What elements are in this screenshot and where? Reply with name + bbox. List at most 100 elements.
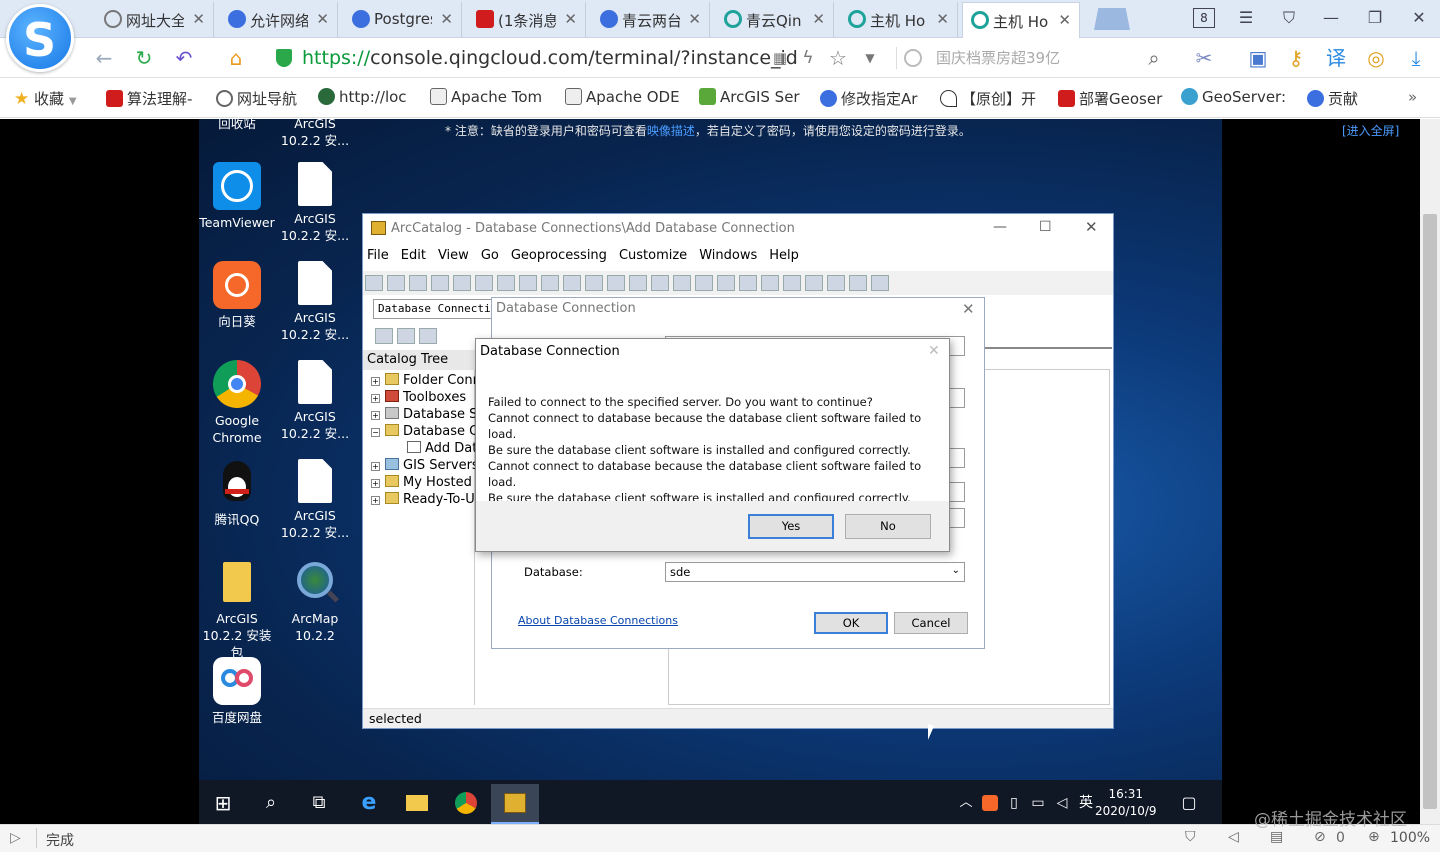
location-input[interactable]: Database Connections [373, 299, 493, 319]
chrome-icon[interactable] [451, 788, 481, 818]
database-select[interactable]: sde ⌄ [665, 562, 965, 582]
bookmark-item[interactable]: Apache Tom [430, 88, 542, 106]
tree-item-ready-to-use-services[interactable]: +Ready-To-Use Services [371, 492, 481, 509]
close-tab-icon[interactable]: ✕ [936, 10, 949, 28]
star-icon[interactable]: ☆ [824, 44, 852, 72]
close-tab-icon[interactable]: ✕ [812, 10, 825, 28]
desktop-icon-arcgis-file[interactable]: ArcGIS 10.2.2 安... [276, 261, 354, 343]
close-icon[interactable]: ✕ [928, 343, 940, 359]
translate-icon[interactable]: 译 [1322, 44, 1350, 72]
desktop-icon-arcmap[interactable]: ArcMap 10.2.2 [276, 558, 354, 644]
speaker-icon[interactable]: ◁ [1228, 829, 1239, 845]
forward-arrow-icon[interactable] [827, 275, 845, 291]
reload-icon[interactable]: ↻ [130, 44, 158, 72]
desktop-icon-teamviewer[interactable]: TeamViewer [198, 162, 276, 231]
download-icon[interactable]: ⤓ [1402, 44, 1430, 72]
identify-icon[interactable] [849, 275, 867, 291]
desktop-icon-arcgis-file[interactable]: ArcGIS 10.2.2 安... [276, 459, 354, 541]
desktop-icon-chrome[interactable]: Google Chrome [198, 360, 276, 446]
expand-icon[interactable]: + [371, 411, 380, 420]
expand-icon[interactable]: + [371, 377, 380, 386]
expand-icon[interactable]: + [371, 394, 380, 403]
expand-icon[interactable]: + [371, 462, 380, 471]
back-arrow-icon[interactable] [805, 275, 823, 291]
menu-customize[interactable]: Customize [619, 245, 687, 263]
arctoolbox-icon[interactable] [651, 275, 669, 291]
desktop-icon-sunflower[interactable]: 向日葵 [198, 261, 276, 330]
expand-icon[interactable]: + [371, 496, 380, 505]
taskbar-clock[interactable]: 16:31 2020/10/9 [1095, 786, 1157, 820]
desktop-icon-recycle-bin[interactable]: 回收站 [198, 115, 276, 132]
ie-icon[interactable]: e [354, 788, 384, 818]
sidebar-toggle-icon[interactable]: ▷ [10, 830, 21, 846]
key-icon[interactable]: ⚷ [1282, 44, 1310, 72]
yes-button[interactable]: Yes [748, 514, 834, 539]
menu-help[interactable]: Help [769, 245, 799, 263]
zoom-level[interactable]: 100% [1390, 830, 1430, 846]
arccatalog-taskbar-button[interactable] [491, 784, 539, 824]
bookmark-item[interactable]: 【原创】开 [940, 88, 1036, 109]
desktop-icon-qq[interactable]: 腾讯QQ [198, 459, 276, 528]
menu-icon[interactable]: ☰ [1227, 0, 1265, 38]
bookmark-item[interactable]: Apache ODE [565, 88, 680, 106]
full-extent-icon[interactable] [783, 275, 801, 291]
minimize-icon[interactable]: — [993, 219, 1007, 235]
bookmark-item[interactable]: 修改指定Ar [820, 88, 917, 109]
minimize-icon[interactable]: — [1312, 0, 1350, 38]
bookmark-item[interactable]: 贡献 [1307, 88, 1358, 109]
no-button[interactable]: No [845, 514, 931, 539]
tree-item-my-hosted-services[interactable]: +My Hosted Services [371, 475, 481, 492]
browser-tab[interactable]: 青云两台 ✕ [592, 2, 710, 38]
menu-windows[interactable]: Windows [699, 245, 757, 263]
task-view-icon[interactable]: ⧉ [304, 788, 334, 818]
close-tab-icon[interactable]: ✕ [688, 10, 701, 28]
tree-item-toolboxes[interactable]: + Toolboxes [371, 390, 481, 407]
maximize-icon[interactable]: ☐ [1039, 219, 1052, 235]
bookmark-item[interactable]: 网址导航 [216, 88, 297, 109]
desktop-icon-arcgis-file[interactable]: ArcGIS 10.2.2 安... [276, 360, 354, 442]
browser-tab[interactable]: 允许网络 ✕ [220, 2, 338, 38]
copy-icon[interactable] [431, 275, 449, 291]
python-window-icon[interactable] [673, 275, 691, 291]
tree-item-gis-servers[interactable]: + GIS Servers [371, 458, 481, 475]
large-icons-icon[interactable] [497, 275, 515, 291]
desktop-icon-arcgis-file[interactable]: ArcGIS 10.2.2 安... [276, 162, 354, 244]
notification-icon[interactable]: ▢ [1174, 788, 1204, 818]
page-scrollbar[interactable] [1420, 119, 1440, 824]
menu-go[interactable]: Go [481, 245, 499, 263]
chevron-right-icon[interactable]: » [1408, 88, 1417, 106]
ok-button[interactable]: OK [814, 612, 888, 634]
bookmark-item[interactable]: 算法理解- [106, 88, 192, 109]
chevron-down-icon[interactable]: ▼ [856, 44, 884, 72]
skin-icon[interactable]: ⛉ [1270, 0, 1308, 38]
browser-tab[interactable]: 网址大全 ✕ [96, 2, 214, 38]
desktop-icon-arcgis-file[interactable]: ArcGIS 10.2.2 安... [276, 115, 354, 149]
bookmark-item[interactable]: ArcGIS Ser [699, 88, 800, 106]
launch-arcmap-icon[interactable] [585, 275, 603, 291]
file-explorer-icon[interactable] [402, 788, 432, 818]
close-tab-icon[interactable]: ✕ [316, 10, 329, 28]
modelbuilder-icon[interactable] [695, 275, 713, 291]
up-one-level-icon[interactable] [365, 275, 383, 291]
bookmark-item[interactable]: http://loc [318, 88, 407, 106]
lightning-icon[interactable]: ϟ [794, 44, 822, 72]
browser-tab-active[interactable]: 主机 Ho ✕ [962, 2, 1080, 39]
undo-icon[interactable]: ↶ [170, 44, 198, 72]
close-tab-icon[interactable]: ✕ [440, 10, 453, 28]
fullscreen-link[interactable]: [进入全屏] [1342, 122, 1399, 139]
tree-item-folder-connections[interactable]: +Folder Connections [371, 373, 481, 390]
close-icon[interactable]: ✕ [1400, 0, 1438, 38]
create-icon[interactable] [397, 328, 415, 344]
zoom-out-icon[interactable] [739, 275, 757, 291]
more-icon[interactable]: ◎ [1362, 44, 1390, 72]
collapse-icon[interactable]: − [371, 428, 380, 437]
browser-tab[interactable]: Postgres ✕ [344, 2, 462, 38]
back-arrow-icon[interactable]: ← [90, 44, 118, 72]
page-icon[interactable]: ▤ [1270, 829, 1283, 845]
search-icon[interactable]: ⌕ [1140, 44, 1168, 72]
windows-start-icon[interactable]: ⊞ [208, 788, 238, 818]
list-icon[interactable] [519, 275, 537, 291]
desktop-icon-baidu-netdisk[interactable]: 百度网盘 [198, 657, 276, 726]
menu-edit[interactable]: Edit [401, 245, 426, 263]
menu-file[interactable]: File [367, 245, 389, 263]
